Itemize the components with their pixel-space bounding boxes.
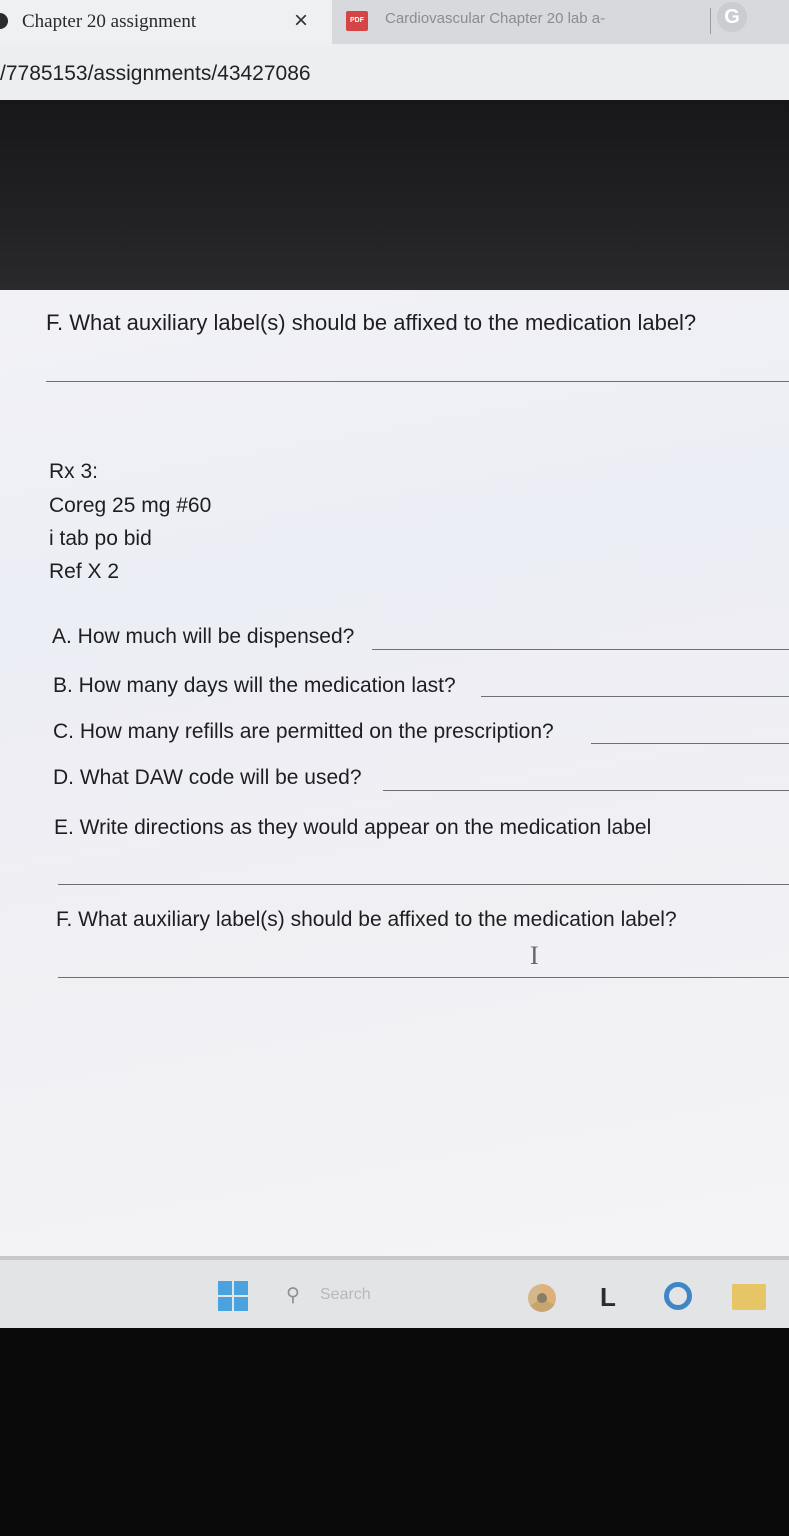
google-icon[interactable]: G <box>717 2 747 32</box>
tab-bar: Chapter 20 assignment × PDF Cardiovascul… <box>0 0 789 44</box>
tab-chapter-20-assignment[interactable]: Chapter 20 assignment × <box>0 0 332 44</box>
taskbar: ⚲ Search L <box>0 1260 789 1328</box>
answer-line-b <box>481 696 789 697</box>
search-icon[interactable]: ⚲ <box>286 1284 300 1307</box>
answer-line-e <box>58 884 789 885</box>
app-l-icon[interactable]: L <box>600 1282 616 1313</box>
question-e: E. Write directions as they would appear… <box>54 816 652 839</box>
question-f: F. What auxiliary label(s) should be aff… <box>56 908 677 931</box>
question-f-previous: F. What auxiliary label(s) should be aff… <box>46 310 697 335</box>
address-bar[interactable]: /7785153/assignments/43427086 <box>0 44 789 100</box>
url-text[interactable]: /7785153/assignments/43427086 <box>0 62 311 86</box>
file-explorer-icon[interactable] <box>732 1284 766 1310</box>
rx-drug: Coreg 25 mg #60 <box>49 494 212 517</box>
app-d-icon[interactable] <box>664 1282 692 1310</box>
rx-refills: Ref X 2 <box>49 560 120 583</box>
pdf-icon: PDF <box>346 11 368 31</box>
answer-line-c <box>591 743 789 744</box>
windows-start-icon[interactable] <box>218 1281 248 1311</box>
tab-title: Chapter 20 assignment <box>22 11 197 32</box>
answer-line-a <box>372 649 789 650</box>
question-c: C. How many refills are permitted on the… <box>53 720 554 743</box>
tab-favicon-icon <box>0 13 8 29</box>
taskbar-search-input[interactable]: Search <box>320 1286 371 1304</box>
question-b: B. How many days will the medication las… <box>53 674 456 697</box>
tab-title: Cardiovascular Chapter 20 lab a- <box>385 10 606 27</box>
rx-sig: i tab po bid <box>49 527 152 550</box>
chrome-app-icon[interactable] <box>528 1284 556 1312</box>
answer-line-d <box>383 790 789 791</box>
tab-divider <box>710 8 711 34</box>
viewer-background <box>0 100 789 290</box>
text-cursor-icon: I <box>530 941 539 970</box>
answer-line <box>46 381 789 382</box>
document-page: F. What auxiliary label(s) should be aff… <box>0 290 789 1256</box>
rx-heading: Rx 3: <box>49 460 99 483</box>
question-d: D. What DAW code will be used? <box>53 766 362 789</box>
device-bezel <box>0 1328 789 1536</box>
question-a: A. How much will be dispensed? <box>52 625 355 648</box>
answer-line-f <box>58 977 789 978</box>
tab-close-icon[interactable]: × <box>294 7 308 35</box>
